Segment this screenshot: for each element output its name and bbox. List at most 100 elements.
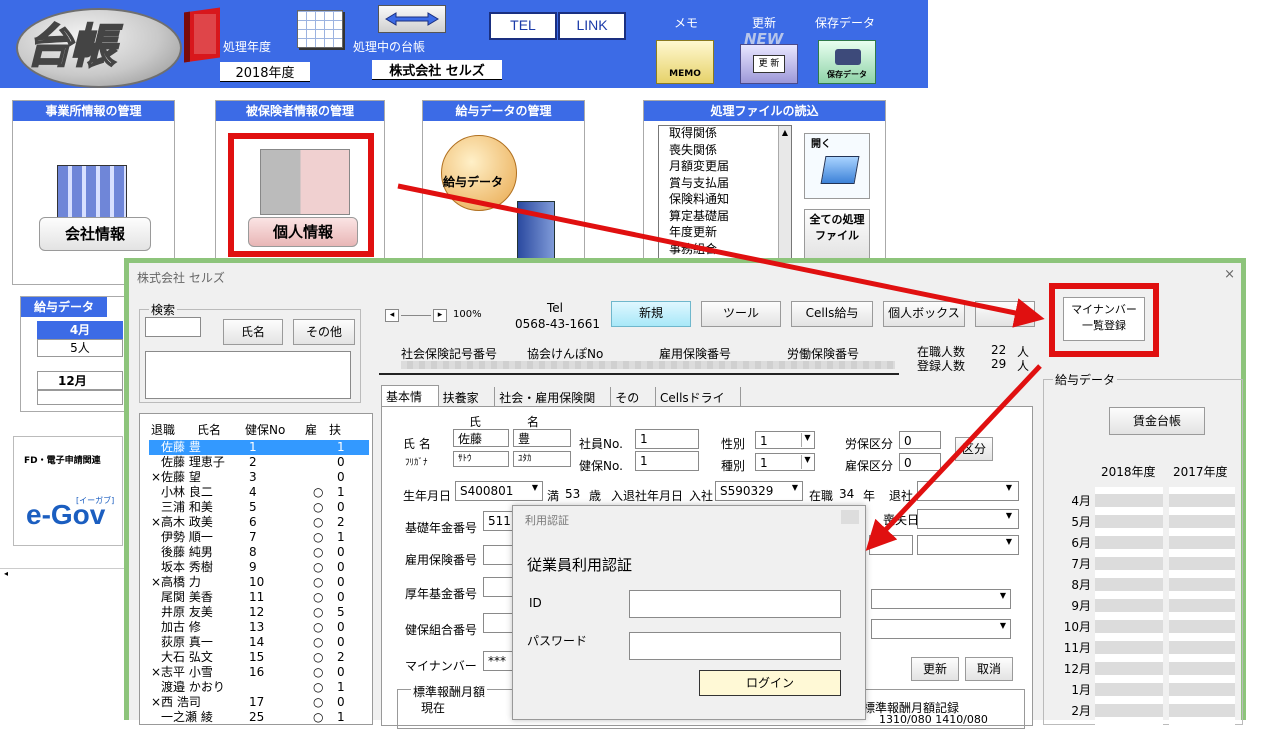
birth-dropdown-icon[interactable]: ▼ [529,483,541,499]
update-button[interactable]: 更 新 [740,44,798,84]
file-item[interactable]: 事務組合 [669,242,791,259]
kosei-dropdown-icon[interactable]: ▼ [997,591,1009,607]
employee-row[interactable]: 坂本 秀樹 9 ○ 0 [149,560,369,575]
employee-row[interactable]: 伊勢 順一 7 ○ 1 [149,530,369,545]
employee-row[interactable]: 三浦 和美 5 ○ 0 [149,500,369,515]
id-input[interactable] [629,590,841,618]
last-name-input[interactable]: 佐藤 [453,429,509,447]
employee-row[interactable]: × 高木 政美 6 ○ 2 [149,515,369,530]
tab-insurance[interactable]: 社会・雇用保険関係 [495,387,612,422]
zoom-track[interactable] [401,315,431,316]
employee-row[interactable]: 大石 弘文 15 ○ 2 [149,650,369,665]
first-kana-input[interactable]: ﾕﾀｶ [513,451,571,467]
tool-button[interactable]: ツール [701,301,781,327]
employee-dependents: 0 [337,470,345,484]
employee-row[interactable]: × 佐藤 望 3 0 [149,470,369,485]
employee-row[interactable]: 佐藤 理恵子 2 0 [149,455,369,470]
search-input[interactable] [145,317,201,337]
wage-ledger-button[interactable]: 賃金台帳 [1109,407,1205,435]
zoom-left-icon[interactable]: ◂ [385,309,399,322]
tel-button[interactable]: TEL [489,12,557,40]
scroll-up-icon[interactable]: ▲ [779,126,791,139]
tab-cells-drive[interactable]: Cellsドライブ [656,387,741,422]
file-list-scrollbar[interactable]: ▲ [778,126,791,258]
employee-row[interactable]: 佐藤 豊 1 1 [149,440,369,455]
misc-select-left[interactable] [869,535,913,555]
file-item[interactable]: 賞与支払届 [669,176,791,193]
registered-unit: 人 [1017,359,1030,373]
loss-dropdown-icon[interactable]: ▼ [1003,511,1015,527]
bottom-left-scroll[interactable]: ◂ [0,568,124,578]
zoom-control[interactable]: ◂ ▸ 100% [385,309,485,323]
open-file-button[interactable]: 開く [804,133,870,199]
employee-row[interactable]: 尾関 美香 11 ○ 0 [149,590,369,605]
calendar-icon[interactable] [297,10,343,48]
new-button[interactable]: 新規 [611,301,691,327]
kenpo-dropdown-icon[interactable]: ▼ [997,621,1009,637]
window-close-icon[interactable]: × [1224,267,1235,282]
misc-dropdown-icon[interactable]: ▼ [1003,537,1015,553]
employee-row[interactable]: × 高橋 力 10 ○ 0 [149,575,369,590]
search-name-button[interactable]: 氏名 [223,319,283,345]
emp-no-input[interactable]: 1 [635,429,699,449]
rouho-input[interactable]: 0 [899,431,941,449]
file-item[interactable]: 取得関係 [669,126,791,143]
file-item[interactable]: 月額変更届 [669,159,791,176]
employee-row[interactable]: 後藤 純男 8 ○ 0 [149,545,369,560]
tab-other[interactable]: その他 [611,387,656,422]
save-data-button[interactable]: 保存データ [818,40,876,84]
mynumber-register-button[interactable]: マイナンバー 一覧登録 [1063,297,1145,341]
company-info-button[interactable]: 会社情報 [39,217,151,251]
login-button[interactable]: ログイン [699,670,841,696]
search-result-box[interactable] [145,351,351,399]
cancel-button[interactable]: 取消 [965,657,1013,681]
hoken-no-label: 健保No. [579,459,623,473]
employee-row[interactable]: 加古 修 13 ○ 0 [149,620,369,635]
memo-button[interactable]: MEMO [656,40,714,84]
all-files-button[interactable]: 全ての処理ファイル [804,209,870,259]
file-item[interactable]: 喪失関係 [669,143,791,160]
kenpo-select[interactable] [871,619,1011,639]
cells-salary-button[interactable]: Cells給与 [791,301,873,327]
employee-row[interactable]: 荻原 真一 14 ○ 0 [149,635,369,650]
personal-box-button[interactable]: 個人ボックス [883,301,965,327]
last-kana-input[interactable]: ｻﾄｳ [453,451,509,467]
personal-info-button[interactable]: 個人情報 [248,217,358,247]
file-item[interactable]: 年度更新 [669,225,791,242]
employee-row[interactable]: × 志平 小雪 16 ○ 0 [149,665,369,680]
file-list[interactable]: 取得関係 喪失関係 月額変更届 賞与支払届 保険料通知 算定基礎届 年度更新 事… [658,125,792,259]
dialog-close-area[interactable] [841,510,859,524]
employee-employment-mark: ○ [313,665,324,679]
link-button[interactable]: LINK [558,12,626,40]
folder-icon [820,156,860,184]
first-name-input[interactable]: 豊 [513,429,571,447]
tab-basic-info[interactable]: 基本情報 [381,385,439,421]
employee-row[interactable]: 渡邉 かおり ○ 1 [149,680,369,695]
salary-panel-title: 給与データの管理 [423,101,584,121]
employee-list[interactable]: 佐藤 豊 1 1 佐藤 理恵子 2 0 × 佐藤 望 3 0 小林 良二 4 ○ 1 三浦 和美 5 ○ 0 × 高木… [149,440,369,725]
id-label: ID [529,596,542,610]
kosei-select[interactable] [871,589,1011,609]
employee-row[interactable]: × 西 浩司 17 ○ 0 [149,695,369,710]
password-input[interactable] [629,632,841,660]
tab-dependents[interactable]: 扶養家族 [439,387,496,422]
switch-ledger-button[interactable] [378,5,446,33]
entry-dropdown-icon[interactable]: ▼ [789,483,801,499]
search-other-button[interactable]: その他 [293,319,355,345]
employee-row[interactable]: 一之瀬 綾 25 ○ 1 [149,710,369,725]
hoken-no-input[interactable]: 1 [635,451,699,471]
koyo-kubun-input[interactable]: 0 [899,453,941,471]
employee-row[interactable]: 小林 良二 4 ○ 1 [149,485,369,500]
file-item[interactable]: 算定基礎届 [669,209,791,226]
gender-dropdown-icon[interactable]: ▼ [801,433,813,447]
type-dropdown-icon[interactable]: ▼ [801,455,813,469]
zoom-right-icon[interactable]: ▸ [433,309,447,322]
employee-hoken-no: 2 [249,455,257,469]
retire-dropdown-icon[interactable]: ▼ [1003,483,1015,499]
employee-row[interactable]: 井原 友美 12 ○ 5 [149,605,369,620]
hidden-toolbar-button[interactable] [975,301,1035,327]
kubun-button[interactable]: 区分 [955,437,993,461]
file-item[interactable]: 保険料通知 [669,192,791,209]
update-button[interactable]: 更新 [911,657,959,681]
egov-panel[interactable]: FD・電子申請関連 e-Gov [イーガブ] [13,436,123,546]
